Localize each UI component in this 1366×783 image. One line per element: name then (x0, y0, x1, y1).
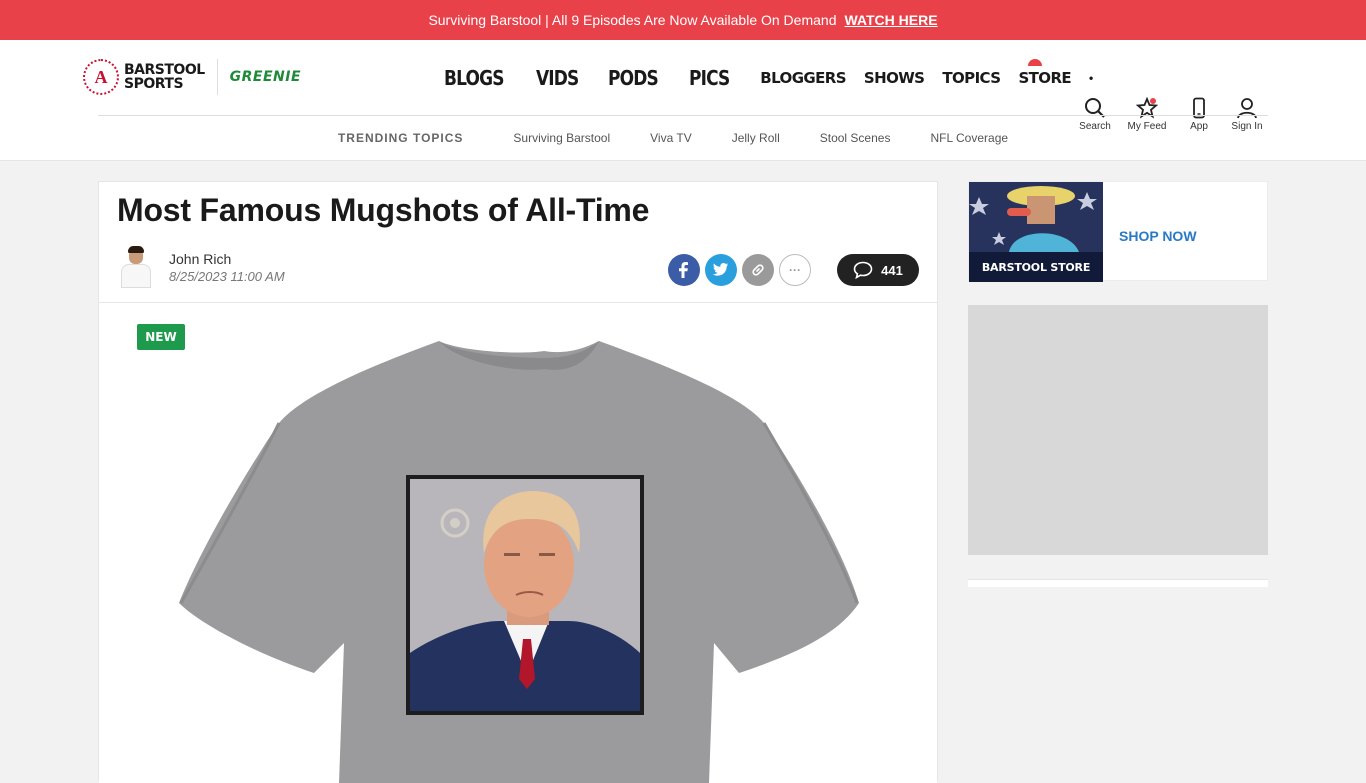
comment-count: 441 (881, 262, 903, 278)
trending-label: TRENDING TOPICS (337, 131, 464, 145)
ad-placeholder (968, 305, 1268, 555)
trending-topic-stool-scenes[interactable]: Stool Scenes (820, 131, 891, 145)
comments-button[interactable]: 441 (837, 254, 919, 286)
link-icon (752, 264, 764, 276)
trending-topic-nfl-coverage[interactable]: NFL Coverage (930, 131, 1008, 145)
nav-pods[interactable]: PODS (608, 66, 659, 90)
logo-wordmark: BARSTOOL SPORTS (124, 62, 205, 92)
shop-now-link[interactable]: SHOP NOW (1119, 228, 1197, 244)
article-hero-image[interactable]: NEW (99, 303, 937, 783)
ellipsis-icon: ··· (789, 263, 801, 277)
trending-topic-viva-tv[interactable]: Viva TV (650, 131, 692, 145)
store-label: BARSTOOL STORE (969, 252, 1103, 282)
new-badge: NEW (137, 324, 185, 350)
nav-more-button[interactable]: • (1089, 71, 1093, 85)
trending-topic-jelly-roll[interactable]: Jelly Roll (732, 131, 780, 145)
trending-bar: TRENDING TOPICS Surviving Barstool Viva … (0, 116, 1366, 160)
twitter-share-button[interactable] (705, 254, 737, 286)
twitter-icon (713, 263, 729, 276)
promo-banner: Surviving Barstool | All 9 Episodes Are … (0, 0, 1366, 40)
site-logo[interactable]: A BARSTOOL SPORTS GREENIE (83, 59, 301, 95)
nav-bloggers[interactable]: BLOGGERS (760, 69, 846, 87)
nav-blogs[interactable]: BLOGS (444, 66, 504, 90)
article-card: Most Famous Mugshots of All-Time John Ri… (98, 181, 938, 783)
nav-pics[interactable]: PICS (689, 66, 730, 90)
promo-text: Surviving Barstool | All 9 Episodes Are … (428, 12, 837, 28)
comment-bubble-icon (853, 261, 873, 279)
trending-topic-surviving-barstool[interactable]: Surviving Barstool (513, 131, 610, 145)
watch-here-link[interactable]: WATCH HERE (844, 12, 937, 28)
more-share-button[interactable]: ··· (779, 254, 811, 286)
facebook-icon (679, 262, 688, 278)
store-ad-photo (969, 182, 1103, 252)
logo-divider (216, 59, 218, 95)
site-header: A BARSTOOL SPORTS GREENIE BLOGS VIDS POD… (0, 40, 1366, 161)
article-date: 8/25/2023 11:00 AM (169, 268, 285, 284)
author-avatar[interactable] (117, 246, 155, 288)
article-title: Most Famous Mugshots of All-Time (117, 192, 650, 228)
store-hat-icon (1028, 59, 1043, 66)
ad-placeholder-2 (968, 579, 1268, 587)
nav-vids[interactable]: VIDS (536, 66, 579, 90)
share-bar: ··· 441 (663, 254, 919, 286)
greenie-logo[interactable]: GREENIE (230, 69, 301, 85)
copy-link-button[interactable] (742, 254, 774, 286)
nav-topics[interactable]: TOPICS (942, 69, 1001, 87)
barstool-seal-icon: A (83, 59, 119, 95)
nav-shows[interactable]: SHOWS (864, 69, 925, 87)
author-name[interactable]: John Rich (169, 251, 285, 267)
store-ad[interactable]: BARSTOOL STORE SHOP NOW (968, 181, 1268, 282)
facebook-share-button[interactable] (668, 254, 700, 286)
main-nav: BLOGS VIDS PODS PICS BLOGGERS SHOWS TOPI… (444, 59, 1093, 90)
article-byline: John Rich 8/25/2023 11:00 AM (117, 246, 285, 288)
nav-store[interactable]: STORE (1018, 59, 1072, 87)
store-ad-image: BARSTOOL STORE (969, 182, 1103, 282)
tshirt-mugshot-image (179, 341, 859, 783)
